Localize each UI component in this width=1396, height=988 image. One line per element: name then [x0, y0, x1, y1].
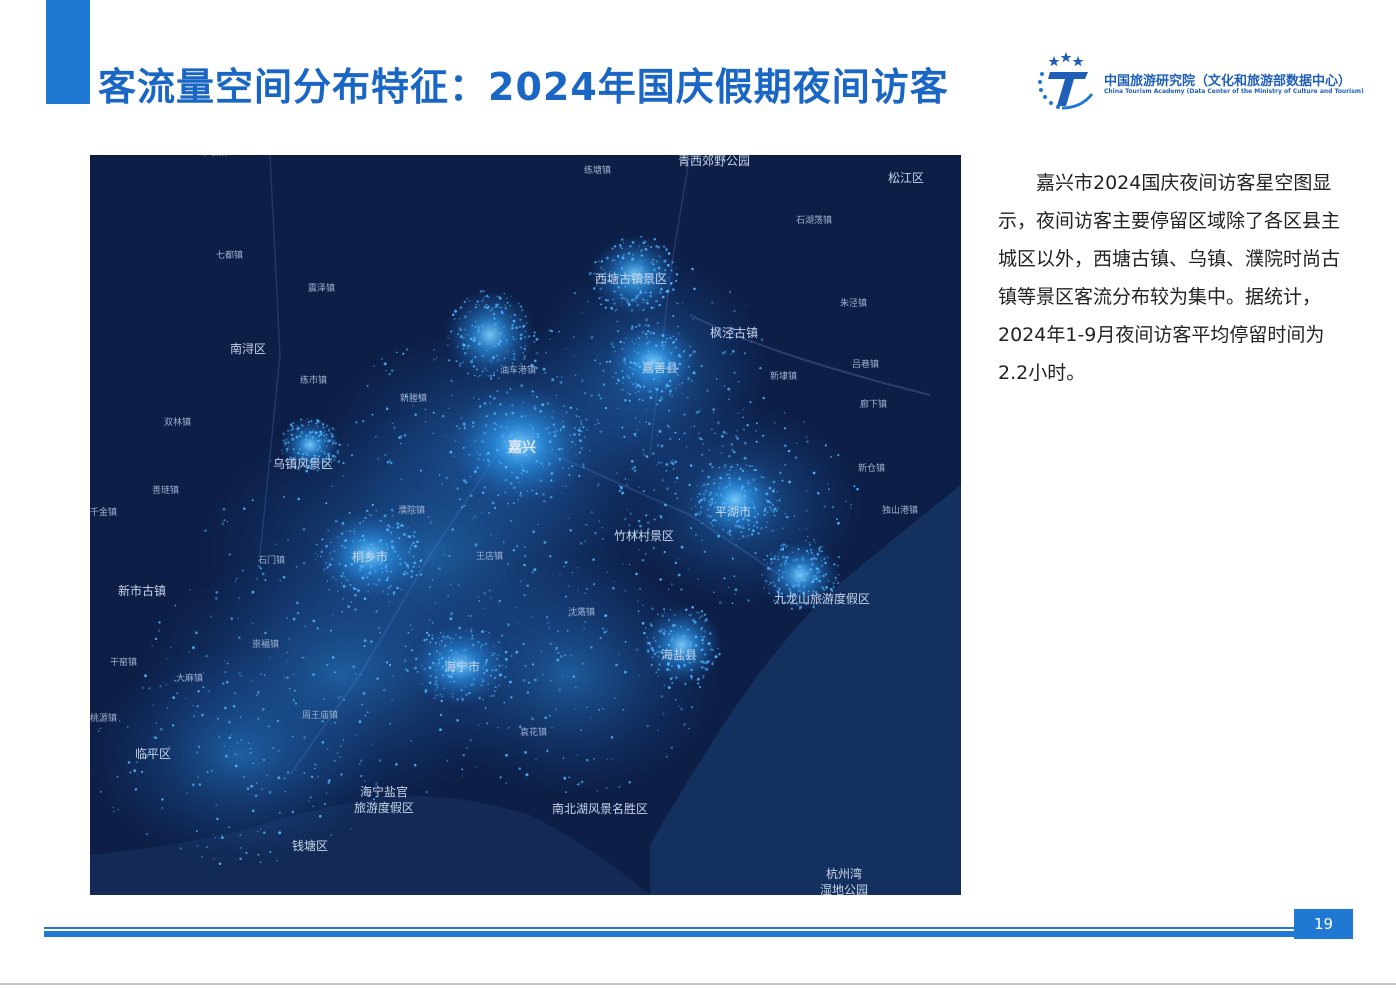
map-label-chongfu: 崇福镇: [252, 640, 280, 650]
map-label-nanbeihu: 南北湖风景名胜区: [552, 802, 649, 816]
map-label-yanguan: 海宁盐官 旅游度假区: [354, 785, 415, 815]
map-label-jiashan: 嘉善县: [642, 361, 679, 375]
map-label-linghu: 练市镇: [300, 376, 328, 386]
map-label-dama: 大麻镇: [176, 674, 204, 684]
map-label-zhouwang: 周王庙镇: [302, 711, 339, 721]
page-title: 客流量空间分布特征：2024年国庆假期夜间访客: [98, 65, 949, 109]
header-accent-bar: [46, 0, 90, 104]
logo: 中国旅游研究院（文化和旅游部数据中心） China Tourism Academ…: [1036, 50, 1364, 112]
bottom-rule: [0, 983, 1396, 985]
page-number: 19: [1294, 909, 1353, 939]
map-label-hangzhouwan: 杭州湾 湿地公园: [820, 867, 869, 895]
map-label-linping: 临平区: [135, 747, 172, 761]
map-label-lvxiang: 吕巷镇: [852, 360, 880, 370]
map-label-taoyuan: 桃源镇: [90, 714, 118, 724]
map-label-shanlian: 善琏镇: [152, 486, 180, 496]
map-label-jiaxing: 嘉兴: [508, 440, 536, 456]
map-label-xinhuang: 新塍镇: [400, 394, 428, 404]
map-label-shimen: 石门镇: [258, 556, 286, 566]
footer-line: [44, 931, 1352, 937]
logo-name-en: China Tourism Academy (Data Center of th…: [1104, 88, 1364, 95]
footer-thin-line: [44, 927, 1294, 929]
map-label-xincang: 新仓镇: [858, 464, 886, 474]
night-visitor-map: 嘉兴 西塘古镇景区嘉善县 枫泾古镇平湖市桐乡市海宁市 海盐县 乌镇风景区竹林村景区九龙山…: [90, 155, 961, 895]
map-label-langxia: 廊下镇: [860, 400, 888, 410]
map-label-xinshi: 新市古镇: [118, 584, 167, 598]
map-label-tongxiang: 桐乡市: [352, 550, 389, 564]
map-label-yuanhua: 袁花镇: [520, 728, 548, 738]
map-label-xitang: 西塘古镇景区: [595, 272, 668, 286]
description-text: 嘉兴市2024国庆夜间访客星空图显示，夜间访客主要停留区域除了各区县主城区以外，…: [998, 172, 1341, 384]
map-label-zhenze: 震泽镇: [308, 284, 336, 294]
map-label-zhujing: 朱泾镇: [840, 299, 868, 309]
map-label-haining: 海宁市: [444, 660, 481, 674]
map-label-qiandu: 千墩镇: [200, 155, 227, 158]
map-label-ganyao: 干窑镇: [110, 658, 138, 668]
map-label-dushan: 独山港镇: [882, 506, 919, 516]
map-label-qianjin: 千金镇: [90, 508, 118, 518]
map-label-shihu: 石湖荡镇: [796, 216, 833, 226]
map-label-lihe: 练塘镇: [584, 166, 612, 176]
map-label-wuzhen: 乌镇风景区: [273, 457, 334, 471]
density-glow: [642, 605, 722, 685]
map-label-haiyan: 海盐县: [661, 648, 698, 662]
map-label-nanxun: 南浔区: [230, 342, 267, 356]
map-label-songjiang: 松江区: [888, 171, 925, 185]
map-label-jiulongshan: 九龙山旅游度假区: [774, 592, 871, 606]
academy-logo-icon: [1038, 52, 1094, 110]
map-canvas: [90, 155, 961, 895]
map-label-fengjing: 枫泾古镇: [710, 326, 759, 340]
map-label-puyuan: 濮院镇: [398, 506, 426, 516]
map-label-qingxi: 青西郊野公园: [678, 155, 751, 168]
map-label-shenfu: 沈荡镇: [568, 608, 596, 618]
map-label-xinnan: 新埭镇: [770, 372, 798, 382]
map-label-qidu: 七都镇: [216, 251, 244, 261]
map-label-zhulincun: 竹林村景区: [614, 529, 675, 543]
logo-name-cn: 中国旅游研究院（文化和旅游部数据中心）: [1104, 74, 1352, 89]
map-label-qiantang: 钱塘区: [292, 839, 329, 853]
map-label-wangdian: 王店镇: [476, 552, 504, 562]
map-label-shuanglin: 双林镇: [164, 418, 192, 428]
map-label-youche: 油车港镇: [500, 366, 537, 376]
map-label-pinghu: 平湖市: [715, 505, 752, 519]
